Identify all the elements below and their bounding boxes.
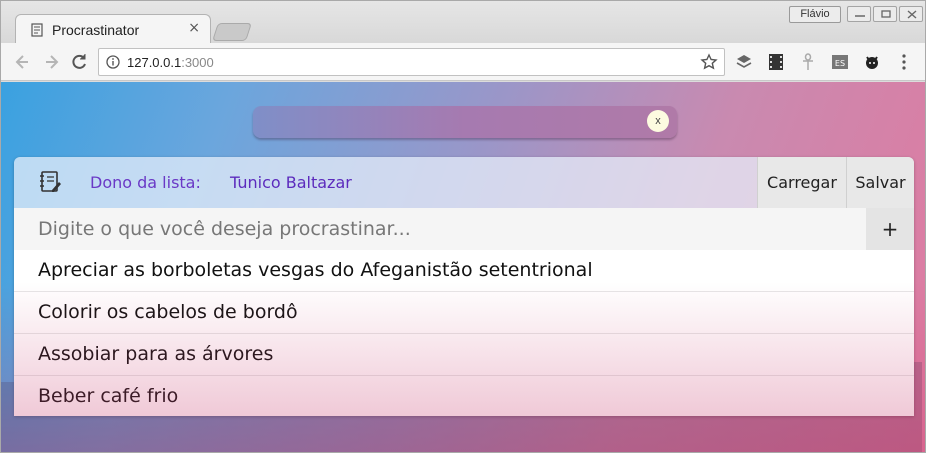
- list-item[interactable]: Beber café frio: [14, 376, 914, 416]
- title-bar: Procrastinator × Flávio: [1, 1, 925, 44]
- list-item[interactable]: Assobiar para as árvores: [14, 334, 914, 376]
- city-background: [1, 327, 922, 452]
- search-bar: x: [253, 106, 677, 138]
- list-item[interactable]: Apreciar as borboletas vesgas do Afegani…: [14, 250, 914, 292]
- search-input[interactable]: [263, 110, 643, 134]
- kebab-menu-icon[interactable]: [897, 53, 911, 71]
- browser-window: Procrastinator × Flávio 127.0.0.1:3000 E…: [0, 0, 926, 453]
- owner-bar: Dono da lista: Tunico Baltazar Carregar …: [14, 157, 914, 208]
- tab-title: Procrastinator: [52, 22, 140, 38]
- maximize-icon: [881, 10, 891, 18]
- tab-close-icon[interactable]: ×: [188, 20, 200, 36]
- page-viewport: x Dono da lista: Tunico Baltazar Carrega…: [1, 82, 925, 452]
- layers-extension-icon[interactable]: [735, 53, 753, 71]
- reload-icon[interactable]: [69, 52, 89, 72]
- browser-toolbar: 127.0.0.1:3000 ES: [1, 43, 925, 81]
- svg-text:ES: ES: [835, 59, 845, 68]
- back-icon[interactable]: [13, 52, 33, 72]
- info-icon[interactable]: [106, 55, 120, 69]
- owner-label: Dono da lista:: [90, 173, 201, 192]
- ankh-extension-icon[interactable]: [799, 53, 817, 71]
- browser-tab[interactable]: Procrastinator ×: [15, 14, 211, 44]
- owner-name: Tunico Baltazar: [230, 173, 352, 192]
- add-item-button[interactable]: +: [866, 208, 914, 250]
- minimize-button[interactable]: [847, 6, 871, 22]
- todo-card: Dono da lista: Tunico Baltazar Carregar …: [14, 157, 914, 416]
- close-icon: [907, 10, 917, 19]
- profile-button[interactable]: Flávio: [789, 6, 841, 23]
- notebook-icon: [31, 23, 43, 37]
- list-item[interactable]: Colorir os cabelos de bordô: [14, 292, 914, 334]
- load-button[interactable]: Carregar: [757, 157, 846, 208]
- close-window-button[interactable]: [899, 6, 923, 22]
- address-bar[interactable]: 127.0.0.1:3000: [98, 48, 725, 76]
- maximize-button[interactable]: [873, 6, 897, 22]
- todo-list: Apreciar as borboletas vesgas do Afegani…: [14, 250, 914, 416]
- bookmark-star-icon[interactable]: [700, 53, 718, 71]
- minimize-icon: [855, 15, 865, 17]
- save-button[interactable]: Salvar: [846, 157, 914, 208]
- film-extension-icon[interactable]: [767, 53, 785, 71]
- new-item-row: +: [14, 208, 914, 250]
- notebook-icon: [40, 171, 61, 192]
- search-clear-button[interactable]: x: [647, 110, 669, 132]
- url-text: 127.0.0.1:3000: [127, 55, 214, 70]
- github-icon[interactable]: [863, 53, 881, 71]
- new-tab-button[interactable]: [212, 23, 252, 41]
- new-item-input[interactable]: [14, 208, 866, 250]
- forward-icon[interactable]: [41, 52, 61, 72]
- es-extension-icon[interactable]: ES: [831, 53, 849, 71]
